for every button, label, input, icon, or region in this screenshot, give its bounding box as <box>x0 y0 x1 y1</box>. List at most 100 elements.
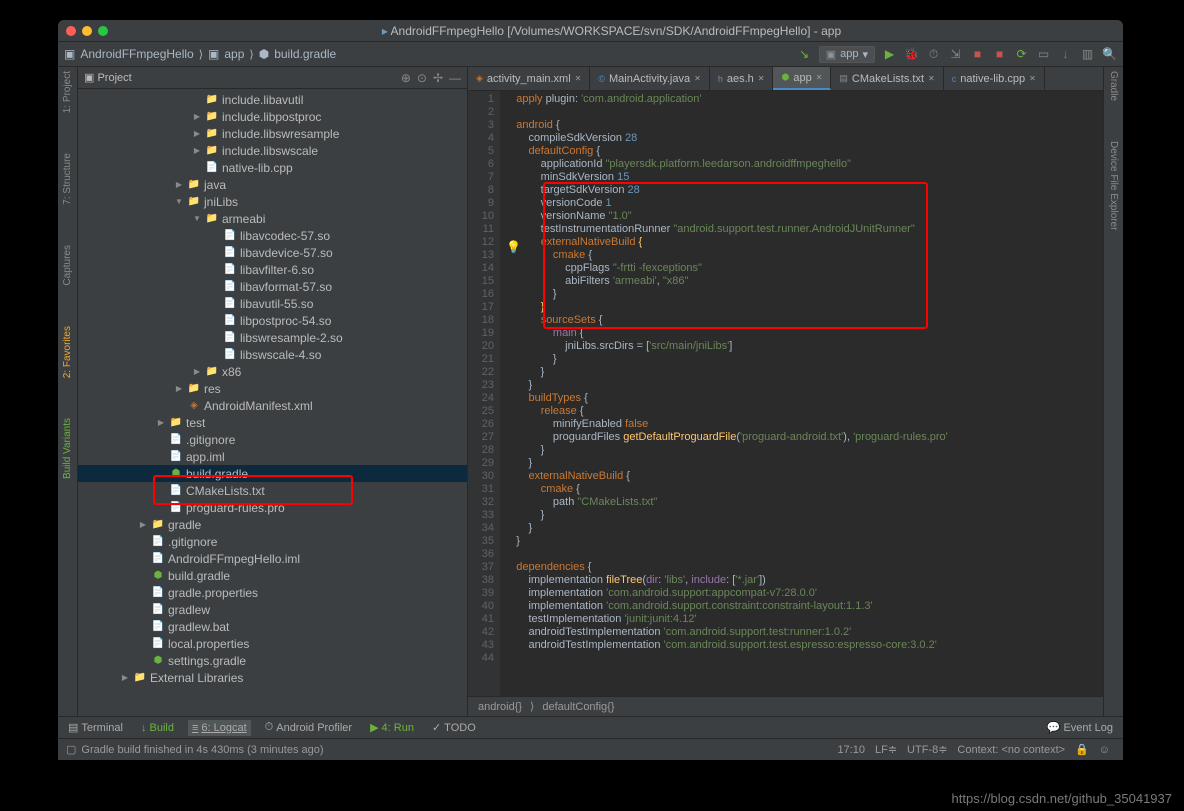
window-title: ▸ AndroidFFmpegHello [/Volumes/WORKSPACE… <box>108 24 1115 38</box>
caret-pos[interactable]: 17:10 <box>832 744 870 756</box>
tab-gradle[interactable]: Gradle <box>1108 71 1119 101</box>
tree-node[interactable]: 📄libpostproc-54.so <box>78 312 467 329</box>
breadcrumb[interactable]: ▣AndroidFFmpegHello ⟩ ▣app ⟩ ⬢build.grad… <box>64 47 336 61</box>
encoding[interactable]: UTF-8≑ <box>902 743 952 756</box>
tree-node[interactable]: ⬢build.gradle <box>78 465 467 482</box>
main-toolbar: ↘ ▣app ▾ ▶ 🐞 ⏱ ⇲ ■ ■ ⟳ ▭ ↓ ▥ 🔍 <box>797 46 1117 63</box>
tree-node[interactable]: ▶📁include.libswresample <box>78 125 467 142</box>
tree-node[interactable]: 📄gradlew <box>78 601 467 618</box>
tree-node[interactable]: ◈AndroidManifest.xml <box>78 397 467 414</box>
collapse-icon[interactable]: ⊕ <box>401 71 411 85</box>
tab-profiler[interactable]: ⏱ Android Profiler <box>261 719 356 736</box>
tree-node[interactable]: 📄libavcodec-57.so <box>78 227 467 244</box>
tree-node[interactable]: 📄CMakeLists.txt <box>78 482 467 499</box>
target-icon[interactable]: ⊙ <box>417 71 427 85</box>
close-tab-icon[interactable]: ✕ <box>1029 74 1036 83</box>
tree-node[interactable]: ⬢settings.gradle <box>78 652 467 669</box>
project-view-select[interactable]: ▣ Project <box>84 71 132 84</box>
debug-icon[interactable]: 🐞 <box>904 47 919 62</box>
tab-logcat[interactable]: ≡ 6: Logcat <box>188 720 251 736</box>
tree-node[interactable]: 📄AndroidFFmpegHello.iml <box>78 550 467 567</box>
editor-tab[interactable]: ⬢ app ✕ <box>773 67 831 90</box>
code-area[interactable]: 1234567891011121314151617181920212223242… <box>468 91 1103 696</box>
close-tab-icon[interactable]: ✕ <box>928 74 935 83</box>
tab-structure[interactable]: 7: Structure <box>62 153 73 205</box>
editor-breadcrumb[interactable]: android{} ⟩ defaultConfig{} <box>468 696 1103 716</box>
run-icon[interactable]: ▶ <box>882 47 897 62</box>
tree-node[interactable]: ▶📁include.libswscale <box>78 142 467 159</box>
editor-tab[interactable]: ▤ CMakeLists.txt ✕ <box>831 67 943 90</box>
tree-node[interactable]: ⬢build.gradle <box>78 567 467 584</box>
run-config-select[interactable]: ▣app ▾ <box>819 46 875 63</box>
close-tab-icon[interactable]: ✕ <box>758 74 765 83</box>
editor-tab[interactable]: h aes.h ✕ <box>710 67 774 90</box>
tab-favorites[interactable]: 2: Favorites <box>62 326 73 378</box>
sync-icon[interactable]: ⟳ <box>1014 47 1029 62</box>
module-icon: ▣ <box>208 47 219 61</box>
tab-event-log[interactable]: 💬 Event Log <box>1043 719 1117 736</box>
stop2-icon[interactable]: ■ <box>992 47 1007 62</box>
tree-node[interactable]: 📁include.libavutil <box>78 91 467 108</box>
make-icon[interactable]: ↘ <box>797 47 812 62</box>
structure-icon[interactable]: ▥ <box>1080 47 1095 62</box>
stop-icon[interactable]: ■ <box>970 47 985 62</box>
lock-icon[interactable]: 🔒 <box>1070 743 1094 756</box>
tree-node[interactable]: 📄libavformat-57.so <box>78 278 467 295</box>
intention-bulb-icon[interactable]: 💡 <box>506 241 521 254</box>
tab-build[interactable]: ↓ Build <box>137 720 178 736</box>
tree-node[interactable]: 📄gradle.properties <box>78 584 467 601</box>
hector-icon[interactable]: ☺ <box>1094 744 1115 756</box>
tree-node[interactable]: 📄app.iml <box>78 448 467 465</box>
tree-node[interactable]: ▶📁res <box>78 380 467 397</box>
editor-tab[interactable]: © MainActivity.java ✕ <box>590 67 709 90</box>
project-header: ▣ Project ⊕ ⊙ ✢ — <box>78 67 467 89</box>
tree-node[interactable]: 📄gradlew.bat <box>78 618 467 635</box>
tree-node[interactable]: 📄local.properties <box>78 635 467 652</box>
tab-build-variants[interactable]: Build Variants <box>62 418 73 479</box>
source[interactable]: apply plugin: 'com.android.application' … <box>500 91 1103 696</box>
tree-node[interactable]: ▶📁gradle <box>78 516 467 533</box>
close-tab-icon[interactable]: ✕ <box>575 74 582 83</box>
tab-todo[interactable]: ✓ TODO <box>428 719 480 736</box>
tree-node[interactable]: 📄libavfilter-6.so <box>78 261 467 278</box>
attach-icon[interactable]: ⇲ <box>948 47 963 62</box>
profile-icon[interactable]: ⏱ <box>926 47 941 62</box>
tree-node[interactable]: 📄proguard-rules.pro <box>78 499 467 516</box>
context[interactable]: Context: <no context> <box>952 744 1070 756</box>
tree-node[interactable]: 📄native-lib.cpp <box>78 159 467 176</box>
tab-run[interactable]: ▶ 4: Run <box>366 719 418 736</box>
sdk-icon[interactable]: ↓ <box>1058 47 1073 62</box>
avd-icon[interactable]: ▭ <box>1036 47 1051 62</box>
tree-node[interactable]: ▶📁include.libpostproc <box>78 108 467 125</box>
settings-icon[interactable]: ✢ <box>433 71 443 85</box>
line-sep[interactable]: LF≑ <box>870 743 902 756</box>
editor-tab[interactable]: c native-lib.cpp ✕ <box>944 67 1045 90</box>
tree-node[interactable]: 📄.gitignore <box>78 533 467 550</box>
window-controls[interactable] <box>66 26 108 36</box>
tree-node[interactable]: ▼📁armeabi <box>78 210 467 227</box>
tree-node[interactable]: ▶📁java <box>78 176 467 193</box>
project-tree[interactable]: 📁include.libavutil▶📁include.libpostproc▶… <box>78 89 467 716</box>
status-icon[interactable]: ▢ <box>66 743 76 756</box>
tab-project[interactable]: 1: Project <box>62 71 73 113</box>
gutter: 1234567891011121314151617181920212223242… <box>468 91 500 696</box>
tree-node[interactable]: ▶📁x86 <box>78 363 467 380</box>
hide-icon[interactable]: — <box>449 71 461 85</box>
tree-node[interactable]: 📄libavutil-55.so <box>78 295 467 312</box>
close-tab-icon[interactable]: ✕ <box>816 73 823 82</box>
tree-node[interactable]: ▼📁jniLibs <box>78 193 467 210</box>
close-tab-icon[interactable]: ✕ <box>694 74 701 83</box>
titlebar: ▸ AndroidFFmpegHello [/Volumes/WORKSPACE… <box>58 20 1123 42</box>
tab-device-explorer[interactable]: Device File Explorer <box>1108 141 1119 230</box>
gradle-icon: ⬢ <box>259 47 269 61</box>
tab-terminal[interactable]: ▤ Terminal <box>64 719 127 736</box>
editor-tab[interactable]: ◈ activity_main.xml ✕ <box>468 67 590 90</box>
tree-node[interactable]: ▶📁External Libraries <box>78 669 467 686</box>
tab-captures[interactable]: Captures <box>62 245 73 286</box>
tree-node[interactable]: 📄libswscale-4.so <box>78 346 467 363</box>
tree-node[interactable]: 📄libavdevice-57.so <box>78 244 467 261</box>
tree-node[interactable]: 📄libswresample-2.so <box>78 329 467 346</box>
search-icon[interactable]: 🔍 <box>1102 47 1117 62</box>
tree-node[interactable]: 📄.gitignore <box>78 431 467 448</box>
tree-node[interactable]: ▶📁test <box>78 414 467 431</box>
